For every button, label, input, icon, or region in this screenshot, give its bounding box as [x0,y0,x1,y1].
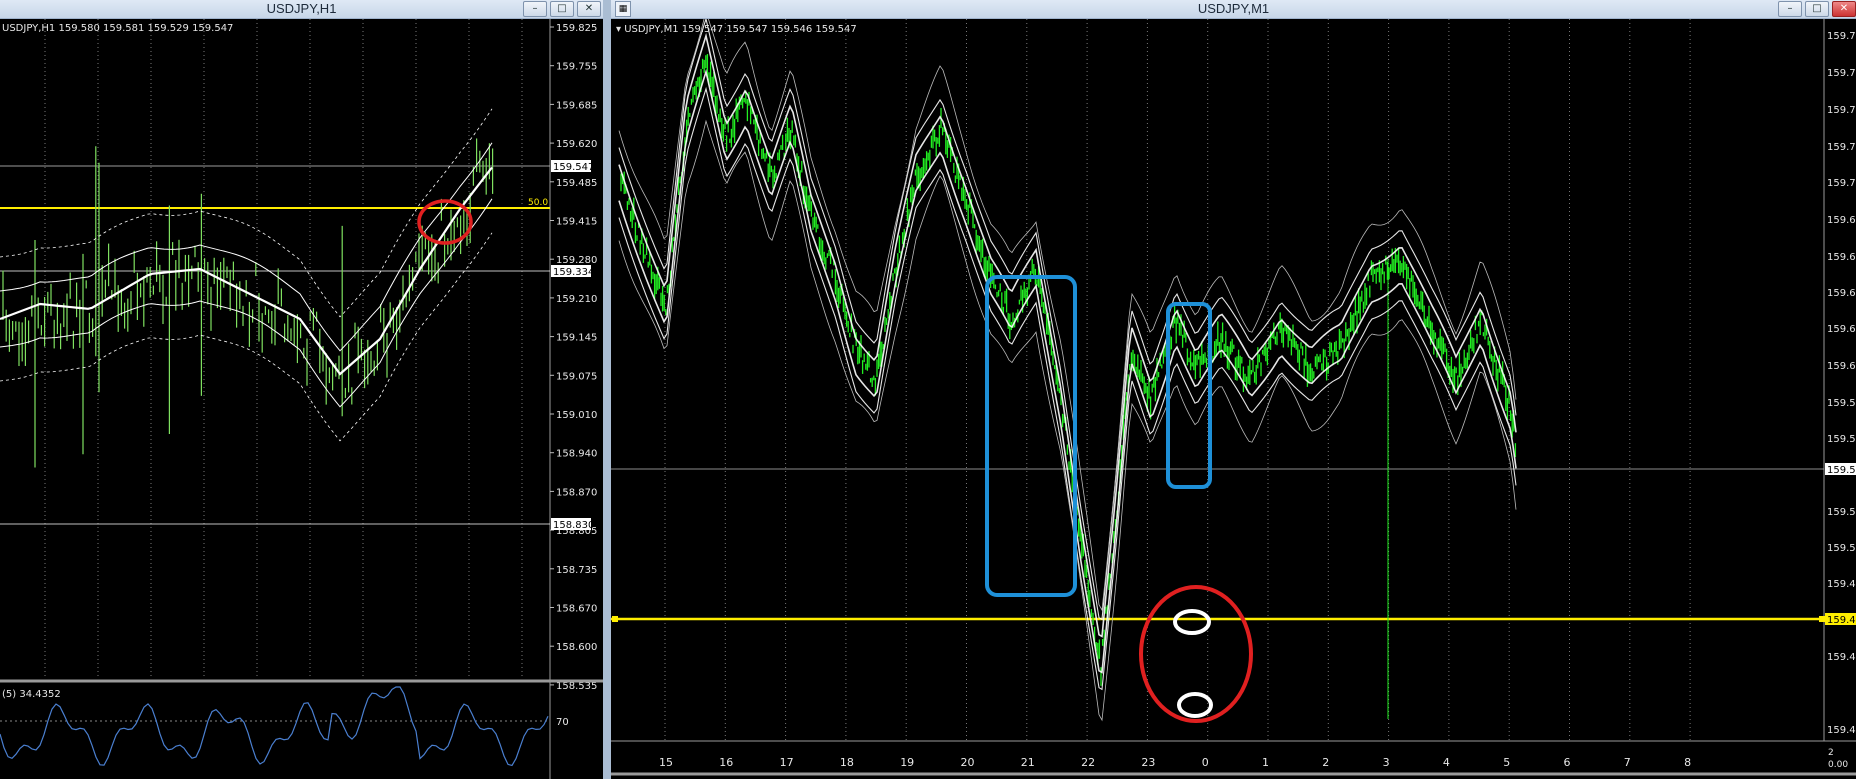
window-divider [603,0,611,779]
time-tick-label: 19 [900,756,914,769]
time-tick-label: 23 [1141,756,1155,769]
price-tick-label: 158.870 [556,487,597,498]
time-tick-label: 2 [1322,756,1329,769]
price-tick-label: 159.76 [1827,68,1856,79]
price-tick-label: 159.210 [556,294,597,305]
price-tick-label: 159.485 [556,178,597,189]
price-tick-label: 158.735 [556,565,597,576]
title-bar[interactable]: USDJPY,H1 – □ ✕ [0,0,603,19]
time-tick-label: 4 [1443,756,1450,769]
time-tick-label: 0 [1202,756,1209,769]
price-tick-label: 159.74 [1827,105,1856,116]
price-tick-label: 159.48 [1827,579,1856,590]
price-highlight-label: 158.830 [553,520,594,531]
time-tick-label: 6 [1564,756,1571,769]
title-bar[interactable]: ▦ USDJPY,M1 – □ ✕ [611,0,1856,19]
price-tick-label: 159.52 [1827,507,1856,518]
price-highlight-label: 159.334 [553,267,594,278]
price-tick-label: 159.78 [1827,31,1856,42]
time-tick-label: 20 [961,756,975,769]
price-highlight-label: 159.46 [1827,615,1856,626]
sub-tick-label: 0.00 [1828,760,1848,770]
time-tick-label: 1 [1262,756,1269,769]
ohlc-info: ▾ USDJPY,M1 159.547 159.547 159.546 159.… [616,24,857,35]
price-tick-label: 159.280 [556,255,597,266]
price-tick-label: 159.66 [1827,252,1856,263]
price-tick-label: 159.620 [556,139,597,150]
time-tick-label: 22 [1081,756,1095,769]
time-tick-label: 5 [1503,756,1510,769]
price-tick-label: 159.010 [556,410,597,421]
maximize-icon[interactable]: □ [1805,1,1829,17]
window-title: USDJPY,H1 [266,1,337,16]
price-tick-label: 159.70 [1827,178,1856,189]
close-icon[interactable]: ✕ [577,1,601,17]
price-tick-label: 159.56 [1827,434,1856,445]
time-tick-label: 16 [719,756,733,769]
price-highlight-label: 159.54 [1827,465,1856,476]
price-tick-label: 159.145 [556,333,597,344]
maximize-icon[interactable]: □ [550,1,574,17]
price-tick-label: 159.755 [556,62,597,73]
m1-chart-window[interactable]: ▦ USDJPY,M1 – □ ✕ 15 16 17 18 19 20 21 22 23 0 1 2 3… [611,0,1856,779]
price-tick-label: 158.940 [556,449,597,460]
m1-chart-canvas[interactable]: 151617181920212223012345678159.78159.761… [611,19,1856,779]
price-axis [550,19,603,779]
time-tick-label: 15 [659,756,673,769]
h1-chart-window[interactable]: USDJPY,H1 – □ ✕ 159.825 159.755 159.685 159… [0,0,603,779]
window-title: USDJPY,M1 [1197,1,1270,16]
close-icon[interactable]: ✕ [1832,1,1856,17]
price-tick-label: 159.415 [556,217,597,228]
price-tick-label: 159.68 [1827,215,1856,226]
price-highlight-label: 159.547 [553,162,594,173]
indicator-tick: 70 [556,717,569,728]
h1-chart-canvas[interactable]: 159.825 159.755 159.685 159.620 159.485 159.4… [0,19,603,779]
price-tick-label: 159.62 [1827,324,1856,335]
price-tick-label: 158.670 [556,604,597,615]
minimize-icon[interactable]: – [523,1,547,17]
chart-background [0,19,603,779]
price-tick-label: 159.64 [1827,288,1856,299]
price-tick-label: 158.535 [556,681,597,692]
level-label: 50.0 [528,198,548,208]
price-tick-label: 159.58 [1827,398,1856,409]
price-tick-label: 159.50 [1827,543,1856,554]
time-tick-label: 8 [1684,756,1691,769]
price-tick-label: 158.600 [556,642,597,653]
time-tick-label: 3 [1383,756,1390,769]
sub-tick-label: 2 [1828,748,1834,758]
minimize-icon[interactable]: – [1778,1,1802,17]
price-tick-label: 159.72 [1827,142,1856,153]
time-tick-label: 18 [840,756,854,769]
ohlc-info: USDJPY,H1 159.580 159.581 159.529 159.54… [2,23,233,34]
price-tick-label: 159.60 [1827,361,1856,372]
price-tick-label: 159.685 [556,100,597,111]
time-tick-label: 21 [1021,756,1035,769]
price-tick-label: 159.42 [1827,725,1856,736]
time-tick-label: 17 [780,756,794,769]
indicator-info: (5) 34.4352 [2,689,61,700]
time-tick-label: 7 [1624,756,1631,769]
price-tick-label: 159.44 [1827,652,1856,663]
level-handle[interactable] [612,616,618,622]
price-tick-label: 159.825 [556,23,597,34]
price-tick-label: 159.075 [556,371,597,382]
level-handle[interactable] [1819,616,1825,622]
